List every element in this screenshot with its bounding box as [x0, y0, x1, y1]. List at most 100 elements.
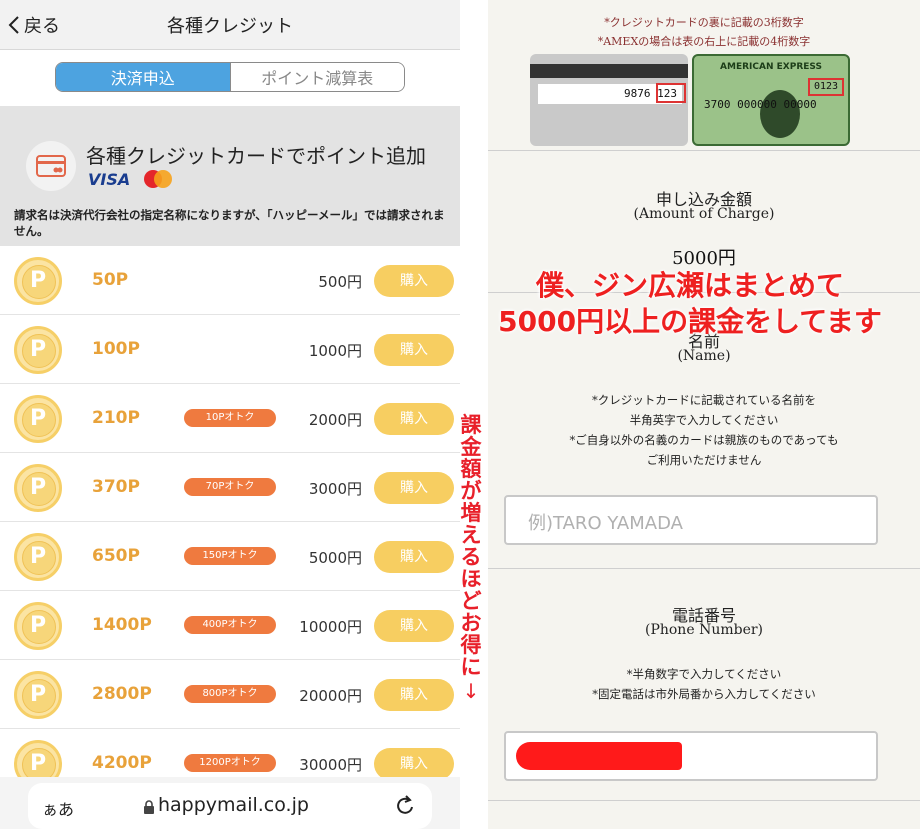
point-coin-icon: P	[14, 395, 62, 443]
buy-button[interactable]: 購入	[374, 334, 454, 366]
point-coin-icon: P	[14, 671, 62, 719]
info-panel: 各種クレジットカードでポイント追加 VISA 請求名は決済代行会社の指定名称にな…	[0, 106, 460, 246]
annotation-char: 金	[460, 435, 482, 459]
bonus-badge: 1200Pオトク	[184, 754, 276, 772]
package-row: P 210P 10Pオトク 2000円 購入	[0, 384, 460, 453]
package-price: 10000円	[299, 618, 362, 636]
tab-payment-apply[interactable]: 決済申込	[56, 63, 230, 91]
package-points: 210P	[92, 408, 140, 428]
amex-brand: AMERICAN EXPRESS	[720, 62, 822, 72]
billing-note: 請求名は決済代行会社の指定名称になりますが、「ハッピーメール」では請求されません…	[14, 208, 445, 238]
nav-bar: 戻る 各種クレジット	[0, 0, 460, 50]
amex-card-image: AMERICAN EXPRESS 0123 3700 000000 00000	[692, 54, 850, 146]
phone-notes: *半角数字で入力してください *固定電話は市外局番から入力してください	[592, 667, 816, 701]
buy-button[interactable]: 購入	[374, 748, 454, 780]
right-screen: *クレジットカードの裏に記載の3桁数字 *AMEXの場合は表の右上に記載の4桁数…	[488, 0, 920, 829]
cvv-highlight	[656, 83, 686, 103]
text-size-button[interactable]: ぁあ	[42, 796, 74, 820]
page-title: 各種クレジット	[167, 16, 293, 37]
package-price: 500円	[318, 273, 362, 291]
name-placeholder: 例)TARO YAMADA	[528, 513, 683, 534]
name-notes: *クレジットカードに記載されている名前を 半角英字で入力してください *ご自身以…	[569, 393, 839, 467]
tab-point-table[interactable]: ポイント減算表	[229, 63, 404, 91]
bonus-badge: 800Pオトク	[184, 685, 276, 703]
divider	[488, 568, 920, 569]
annotation-char: ど	[460, 589, 482, 613]
magnetic-stripe	[530, 64, 688, 78]
annotation-char: が	[460, 479, 482, 503]
url-text: happymail.co.jp	[158, 794, 309, 816]
package-points: 2800P	[92, 684, 152, 704]
package-points: 370P	[92, 477, 140, 497]
buy-button[interactable]: 購入	[374, 403, 454, 435]
mastercard-logo	[144, 170, 172, 188]
point-coin-icon: P	[14, 326, 62, 374]
reload-icon[interactable]	[394, 794, 416, 818]
annotation-char: 増	[460, 501, 482, 525]
annotation-char: え	[460, 523, 482, 547]
point-coin-icon: P	[14, 602, 62, 650]
annotation-char: 得	[460, 633, 482, 657]
phone-subtitle: (Phone Number)	[644, 622, 764, 638]
buy-button[interactable]: 購入	[374, 610, 454, 642]
annotation-char: 額	[460, 457, 482, 481]
annotation-char: 課	[460, 413, 482, 437]
browser-bar: ぁあ happymail.co.jp	[0, 777, 460, 829]
cvv-note-1: *クレジットカードの裏に記載の3桁数字	[604, 16, 804, 29]
package-points: 650P	[92, 546, 140, 566]
segmented-control: 決済申込 ポイント減算表	[55, 62, 405, 92]
buy-button[interactable]: 購入	[374, 541, 454, 573]
bonus-badge: 10Pオトク	[184, 409, 276, 427]
charge-amount: 5000円	[672, 248, 736, 269]
divider	[488, 150, 920, 151]
overlay-annotation: 僕、ジン広瀬はまとめて 5000円以上の課金をしてます	[460, 268, 920, 340]
down-arrow-icon: ↓	[462, 679, 480, 703]
divider	[488, 800, 920, 801]
package-price: 3000円	[308, 480, 362, 498]
buy-button[interactable]: 購入	[374, 679, 454, 711]
package-row: P 370P 70Pオトク 3000円 購入	[0, 453, 460, 522]
package-row: P 2800P 800Pオトク 20000円 購入	[0, 660, 460, 729]
address-bar[interactable]: ぁあ happymail.co.jp	[28, 783, 432, 829]
point-coin-icon: P	[14, 533, 62, 581]
package-price: 1000円	[308, 342, 362, 360]
phone-input[interactable]	[504, 731, 878, 781]
cvv-note-2: *AMEXの場合は表の右上に記載の4桁数字	[597, 35, 811, 48]
package-points: 50P	[92, 270, 129, 290]
bonus-badge: 150Pオトク	[184, 547, 276, 565]
point-coin-icon: P	[14, 464, 62, 512]
package-row: P 1400P 400Pオトク 10000円 購入	[0, 591, 460, 660]
annotation-char: る	[460, 545, 482, 569]
redaction-mark	[516, 742, 682, 770]
info-title: 各種クレジットカードでポイント追加	[86, 144, 426, 168]
bonus-badge: 70Pオトク	[184, 478, 276, 496]
package-price: 20000円	[299, 687, 362, 705]
package-row: P 650P 150Pオトク 5000円 購入	[0, 522, 460, 591]
package-price: 30000円	[299, 756, 362, 774]
package-price: 5000円	[308, 549, 362, 567]
overlay-line-2: 5000円以上の課金をしてます	[498, 305, 882, 338]
buy-button[interactable]: 購入	[374, 472, 454, 504]
annotation-char: お	[460, 611, 482, 635]
charge-subtitle: (Amount of Charge)	[633, 206, 775, 222]
card-back-image: 9876 123	[530, 54, 688, 146]
package-points: 4200P	[92, 753, 152, 773]
name-input[interactable]: 例)TARO YAMADA	[504, 495, 878, 545]
buy-button[interactable]: 購入	[374, 265, 454, 297]
amex-number: 3700 000000 00000	[704, 98, 817, 111]
vertical-annotation: 課金額が増えるほどお得に ↓	[458, 414, 484, 704]
point-coin-icon: P	[14, 257, 62, 305]
package-points: 100P	[92, 339, 140, 359]
name-subtitle: (Name)	[677, 348, 731, 364]
lock-icon	[144, 800, 154, 814]
credit-card-icon	[26, 141, 76, 191]
amex-cid: 0123	[808, 78, 844, 96]
package-row: P 100P 1000円 購入	[0, 315, 460, 384]
package-price: 2000円	[308, 411, 362, 429]
overlay-line-1: 僕、ジン広瀬はまとめて	[535, 269, 844, 302]
segment-area: 決済申込 ポイント減算表	[0, 50, 460, 106]
package-row: P 50P 500円 購入	[0, 246, 460, 315]
left-screen: 戻る 各種クレジット 決済申込 ポイント減算表 各種クレジットカードでポイント追…	[0, 0, 460, 829]
bonus-badge: 400Pオトク	[184, 616, 276, 634]
visa-logo: VISA	[88, 170, 131, 189]
